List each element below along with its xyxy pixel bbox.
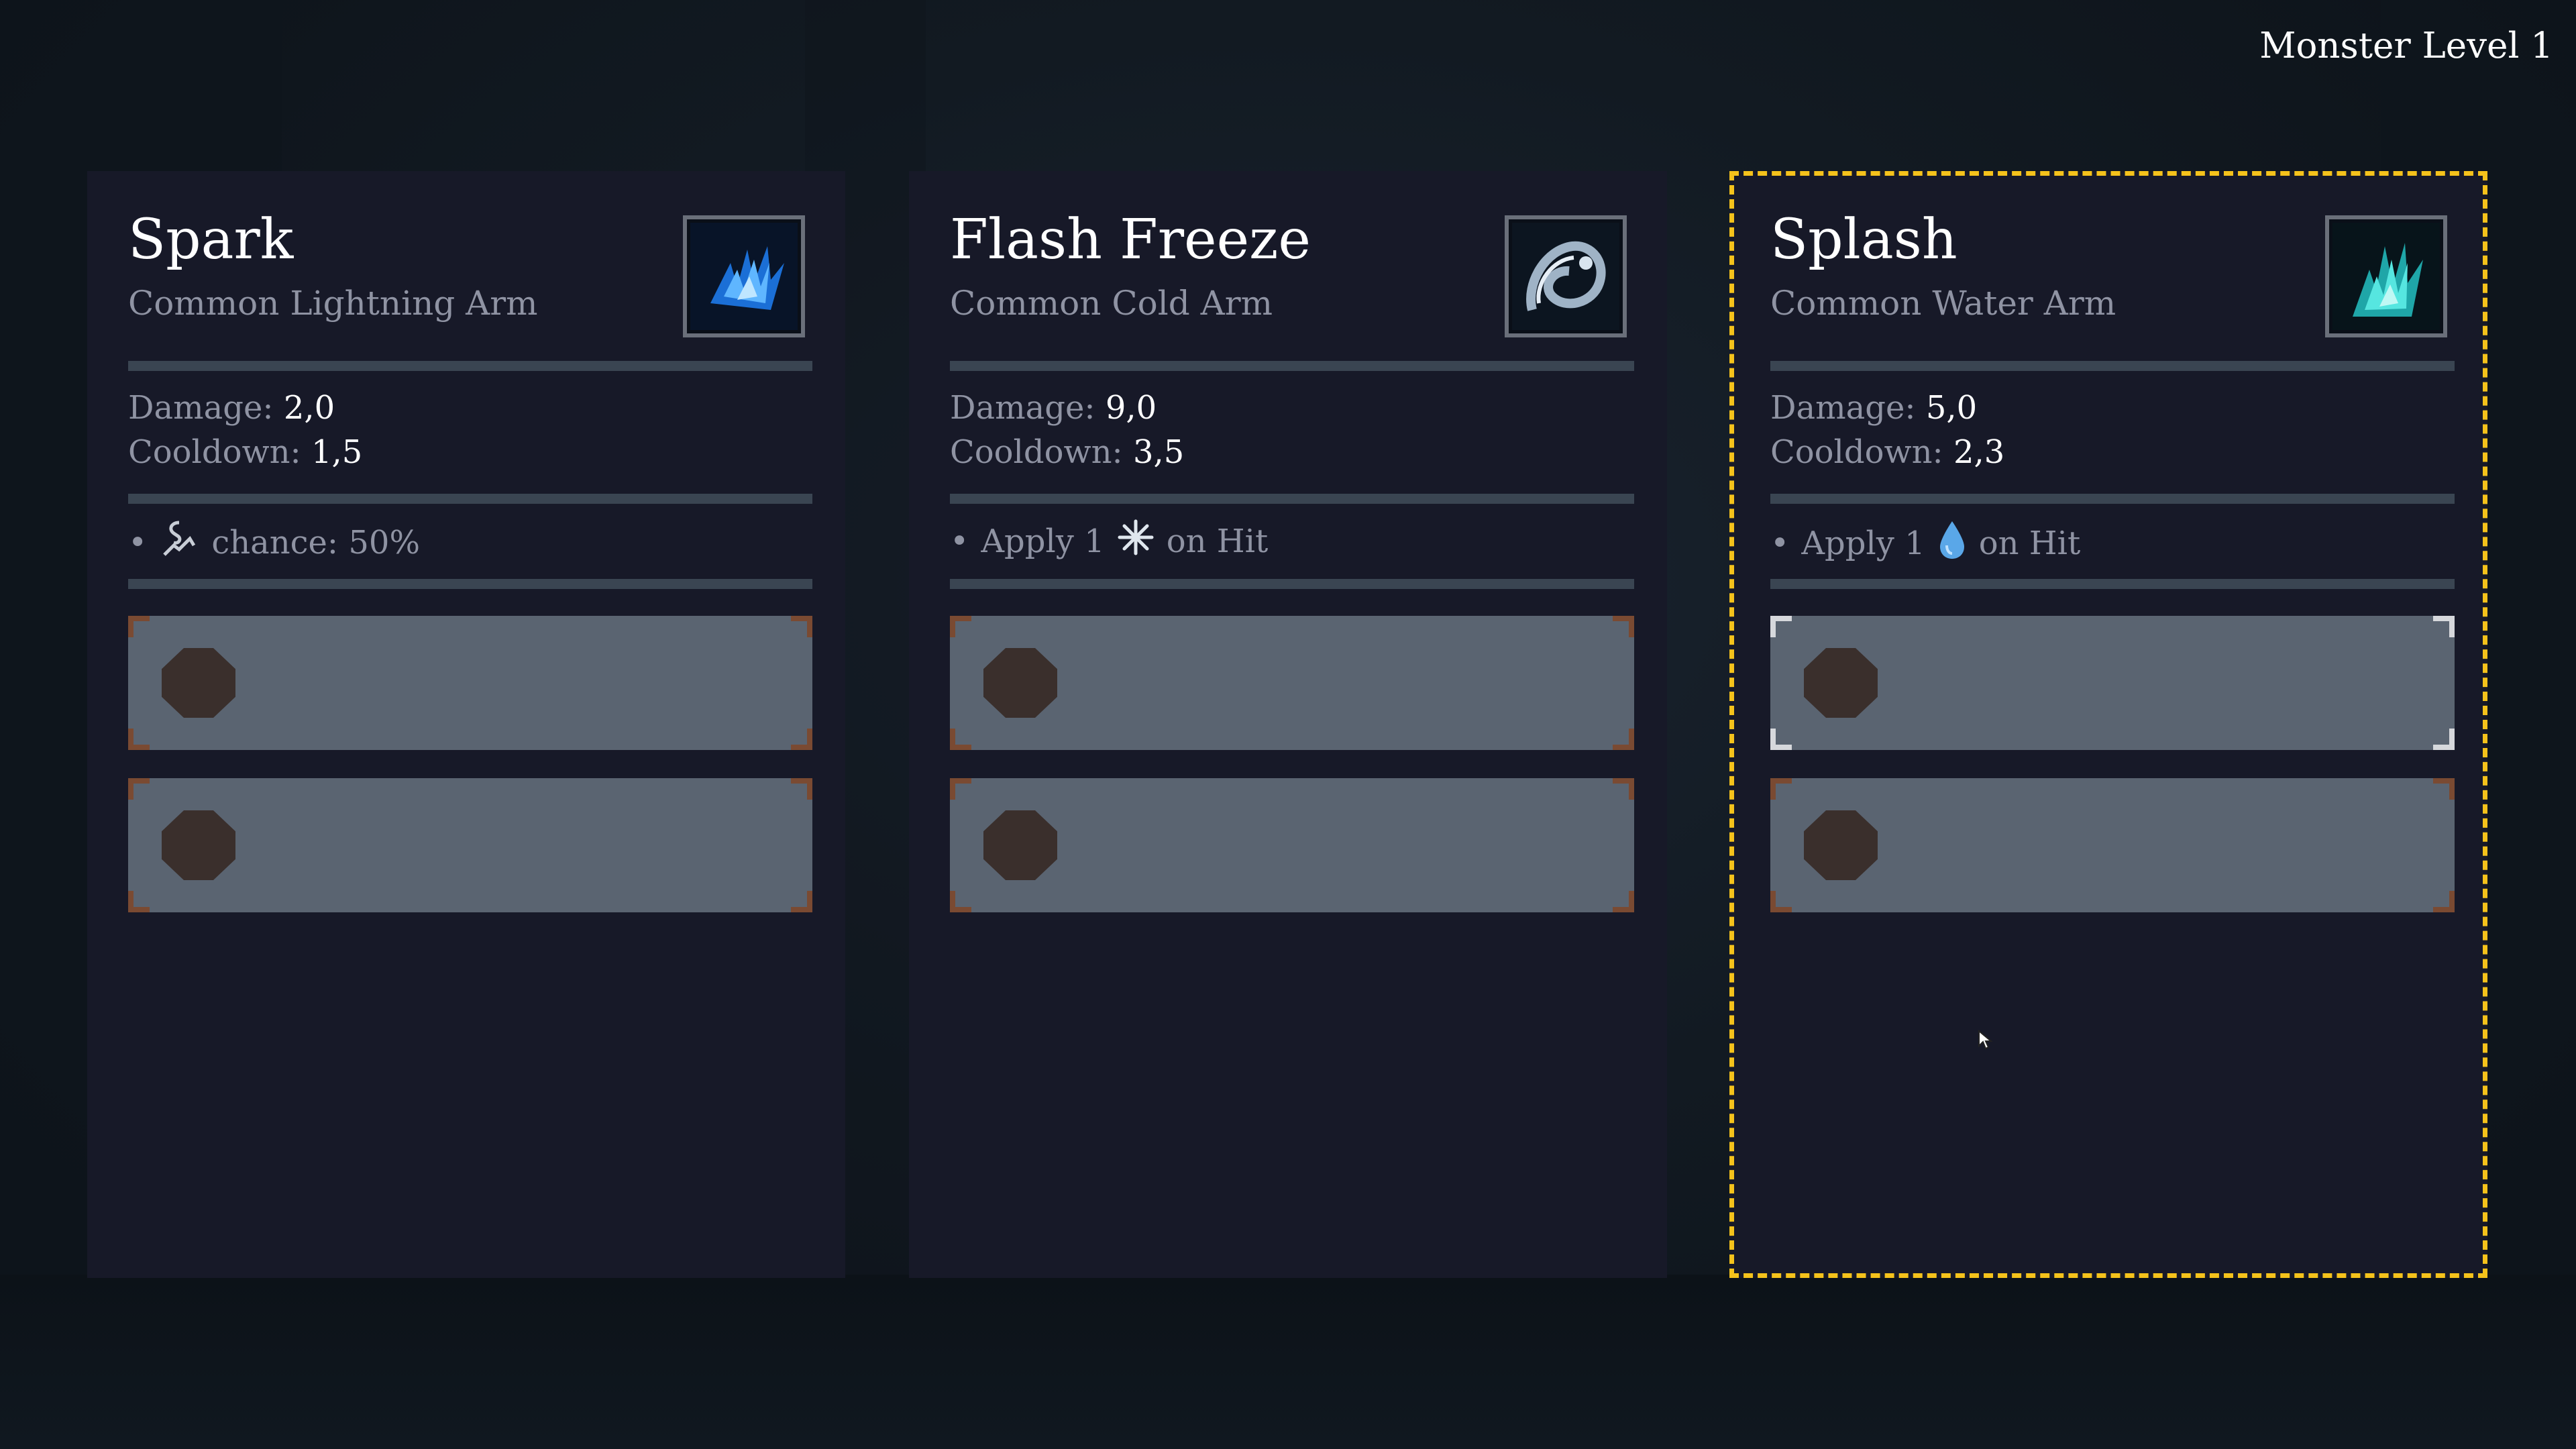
water-claw-icon: [2325, 215, 2447, 337]
gem-slot[interactable]: [950, 778, 1634, 912]
gem-slot[interactable]: [128, 778, 812, 912]
divider: [950, 579, 1634, 589]
socket-icon: [1804, 648, 1878, 718]
card-splash[interactable]: Splash Common Water Arm Damage: 5,0 Cool…: [1729, 171, 2487, 1278]
card-effect: • Apply 1 on Hit: [950, 519, 1268, 564]
damage-value: 2,0: [283, 389, 335, 427]
card-subtitle: Common Lightning Arm: [128, 284, 538, 323]
card-stats: Damage: 5,0 Cooldown: 2,3: [1770, 386, 2004, 474]
bullet: •: [128, 524, 148, 561]
cooldown-value: 2,3: [1953, 433, 2005, 471]
bullet: •: [950, 523, 969, 560]
socket-icon: [162, 810, 235, 880]
damage-label: Damage:: [950, 389, 1095, 427]
card-stats: Damage: 9,0 Cooldown: 3,5: [950, 386, 1184, 474]
gem-slot[interactable]: [1770, 616, 2455, 750]
damage-label: Damage:: [128, 389, 274, 427]
socket-icon: [983, 648, 1057, 718]
damage-label: Damage:: [1770, 389, 1916, 427]
divider: [1770, 579, 2455, 589]
lightning-chain-icon: [159, 519, 199, 567]
lightning-claw-icon: [683, 215, 805, 337]
gem-slot[interactable]: [128, 616, 812, 750]
divider: [1770, 361, 2455, 371]
divider: [1770, 494, 2455, 504]
snowflake-icon: [1117, 519, 1155, 564]
cooldown-label: Cooldown:: [128, 433, 301, 471]
card-flash-freeze[interactable]: Flash Freeze Common Cold Arm Damage: 9,0…: [909, 171, 1667, 1278]
gem-slot[interactable]: [1770, 778, 2455, 912]
frost-claw-icon: [1505, 215, 1627, 337]
effect-suffix: on Hit: [1978, 525, 2081, 562]
divider: [128, 494, 812, 504]
effect-prefix: Apply 1: [1801, 525, 1925, 562]
card-title: Spark: [128, 208, 294, 272]
damage-value: 5,0: [1925, 389, 1978, 427]
card-effect: • chance: 50%: [128, 519, 420, 567]
card-effect: • Apply 1 on Hit: [1770, 519, 2080, 568]
divider: [128, 579, 812, 589]
effect-prefix: Apply 1: [981, 523, 1105, 560]
cooldown-value: 1,5: [311, 433, 363, 471]
socket-icon: [162, 648, 235, 718]
effect-text: chance: 50%: [211, 524, 421, 561]
ground: [0, 1275, 2576, 1449]
socket-icon: [1804, 810, 1878, 880]
damage-value: 9,0: [1105, 389, 1157, 427]
card-subtitle: Common Water Arm: [1770, 284, 2116, 323]
card-title: Splash: [1770, 208, 1957, 272]
cooldown-label: Cooldown:: [950, 433, 1123, 471]
bullet: •: [1770, 525, 1790, 562]
card-spark[interactable]: Spark Common Lightning Arm Damage: 2,0 C…: [87, 171, 845, 1278]
effect-suffix: on Hit: [1166, 523, 1269, 560]
monster-level-label: Monster Level 1: [2259, 25, 2553, 66]
mouse-cursor-icon: [1978, 1029, 1993, 1053]
cooldown-label: Cooldown:: [1770, 433, 1943, 471]
card-title: Flash Freeze: [950, 208, 1311, 272]
card-subtitle: Common Cold Arm: [950, 284, 1273, 323]
gem-slot[interactable]: [950, 616, 1634, 750]
divider: [950, 361, 1634, 371]
water-drop-icon: [1937, 519, 1967, 568]
divider: [950, 494, 1634, 504]
card-stats: Damage: 2,0 Cooldown: 1,5: [128, 386, 362, 474]
cooldown-value: 3,5: [1132, 433, 1185, 471]
divider: [128, 361, 812, 371]
socket-icon: [983, 810, 1057, 880]
